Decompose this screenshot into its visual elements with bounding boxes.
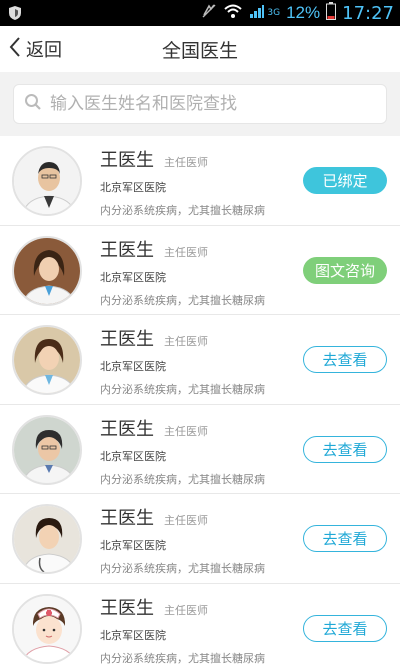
doctor-specialty: 内分泌系统疾病，尤其擅长糖尿病 [100,293,265,307]
consult-button[interactable]: 图文咨询 [303,256,387,284]
doctor-specialty: 内分泌系统疾病，尤其擅长糖尿病 [100,562,265,575]
avatar [12,235,82,306]
chevron-left-icon [8,36,22,62]
doctor-title: 主任医师 [164,603,208,617]
doctor-title: 主任医师 [164,245,208,259]
view-button[interactable]: 去查看 [303,435,387,463]
doctor-name: 王医生 [100,239,154,261]
search-icon [24,93,42,115]
nav-bar: 返回 全国医生 [0,26,400,72]
doctor-name: 王医生 [100,150,154,171]
back-button[interactable]: 返回 [8,26,62,72]
mute-icon [201,3,217,24]
search-bar [0,72,400,136]
doctor-row[interactable]: 王医生 主任医师 北京军区医院 内分泌系统疾病，尤其擅长糖尿病 去查看 [0,315,400,405]
doctor-name: 王医生 [100,418,154,440]
doctor-specialty: 内分泌系统疾病，尤其擅长糖尿病 [100,651,265,665]
doctor-name: 王医生 [100,508,154,529]
doctor-hospital: 北京军区医院 [100,628,166,642]
shield-icon [6,4,24,22]
doctor-specialty: 内分泌系统疾病，尤其擅长糖尿病 [100,472,265,486]
doctor-title: 主任医师 [164,156,208,169]
doctor-hospital: 北京军区医院 [100,360,166,373]
doctor-name: 王医生 [100,329,154,350]
doctor-title: 主任医师 [164,424,208,438]
doctor-specialty: 内分泌系统疾病，尤其擅长糖尿病 [100,204,265,217]
doctor-hospital: 北京军区医院 [100,181,166,194]
signal-icon [249,3,265,24]
doctor-row[interactable]: 王医生 主任医师 北京军区医院 内分泌系统疾病，尤其擅长糖尿病 去查看 [0,584,400,667]
doctor-row[interactable]: 王医生 主任医师 北京军区医院 内分泌系统疾病，尤其擅长糖尿病 去查看 [0,494,400,584]
doctor-hospital: 北京军区医院 [100,539,166,552]
view-button[interactable]: 去查看 [303,346,387,373]
avatar [12,504,82,574]
doctor-row[interactable]: 王医生 主任医师 北京军区医院 内分泌系统疾病，尤其擅长糖尿病 去查看 [0,405,400,494]
doctor-specialty: 内分泌系统疾病，尤其擅长糖尿病 [100,383,265,396]
doctor-row[interactable]: 王医生 主任医师 北京军区医院 内分泌系统疾病，尤其擅长糖尿病 图文咨询 [0,226,400,315]
battery-percent: 12% [286,3,321,22]
doctor-list: 王医生 主任医师 北京军区医院 内分泌系统疾病，尤其擅长糖尿病 已绑定 王医生 … [0,136,400,667]
doctor-title: 主任医师 [164,335,208,348]
battery-icon [326,1,337,25]
view-button[interactable]: 去查看 [303,614,387,642]
doctor-hospital: 北京军区医院 [100,449,166,463]
avatar [12,593,82,664]
wifi-icon [223,3,243,24]
doctor-hospital: 北京军区医院 [100,270,166,284]
clock: 17:27 [342,2,394,24]
back-label: 返回 [26,40,62,61]
search-box[interactable] [13,84,387,124]
doctor-title: 主任医师 [164,514,208,527]
avatar [12,325,82,395]
search-input[interactable] [50,94,370,114]
avatar [12,414,82,485]
status-bar: 3G 12% 17:27 [0,0,400,26]
doctor-name: 王医生 [100,597,154,619]
bound-button[interactable]: 已绑定 [303,167,387,194]
view-button[interactable]: 去查看 [303,525,387,552]
doctor-row[interactable]: 王医生 主任医师 北京军区医院 内分泌系统疾病，尤其擅长糖尿病 已绑定 [0,136,400,226]
avatar [12,146,82,216]
network-type: 3G [267,8,281,18]
